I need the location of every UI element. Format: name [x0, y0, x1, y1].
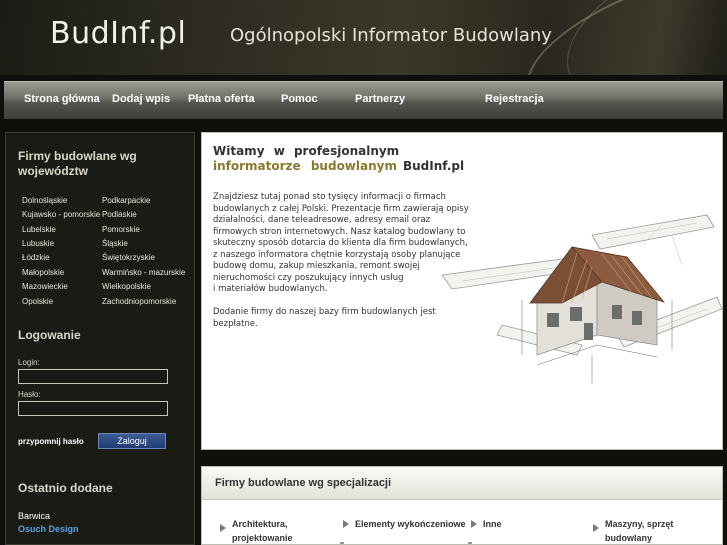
category-label: budowlany — [605, 533, 652, 543]
header-decoration — [544, 0, 727, 75]
specializations-header: Firmy budowlane wg specjalizacji — [202, 467, 722, 500]
welcome-brand: BudInf.pl — [402, 159, 465, 173]
specializations-title: Firmy budowlane wg specjalizacji — [215, 477, 392, 489]
region-link[interactable]: Małopolskie — [22, 268, 64, 277]
nav-help[interactable]: Pomoc — [281, 93, 318, 105]
region-link[interactable]: Podlaskie — [102, 210, 137, 219]
text-line: Dodanie firmy do naszej bazy firm budowl… — [213, 307, 436, 317]
category-label: Maszyny, sprzęt — [605, 519, 674, 529]
arrow-right-icon — [593, 524, 599, 532]
text-line: działalności, dane teleadresowe, adresy … — [213, 215, 431, 225]
category-label: Inne — [483, 519, 502, 529]
recent-title: Ostatnio dodane — [18, 481, 113, 495]
region-link[interactable]: Wielkopolskie — [102, 282, 151, 291]
login-label: Login: — [18, 358, 40, 367]
specializations-panel: Firmy budowlane wg specjalizacji Archite… — [201, 466, 723, 545]
category-architecture[interactable]: Architektura, projektowanie — [232, 517, 293, 544]
arrow-right-icon — [220, 524, 226, 532]
text-line: firmowych stron internetowych. Nasz kata… — [213, 226, 466, 237]
text-line: z naszego informatora chętnie korzystają… — [213, 249, 461, 260]
login-button[interactable]: Zaloguj — [98, 433, 166, 449]
region-link[interactable]: Lubelskie — [22, 225, 56, 234]
category-label: Elementy wykończeniowe — [355, 519, 466, 529]
login-title: Logowanie — [18, 328, 81, 342]
region-link[interactable]: Kujawsko - pomorskie — [22, 210, 100, 219]
recent-item[interactable]: Osuch Design — [18, 524, 79, 534]
site-logo[interactable]: BudInf.pl — [50, 16, 186, 51]
region-link[interactable]: Mazowieckie — [22, 282, 68, 291]
nav-register[interactable]: Rejestracja — [485, 93, 544, 105]
regions-title-line: Firmy budowlane wg — [18, 149, 137, 163]
region-link[interactable]: Zachodniopomorskie — [102, 297, 176, 306]
sidebar: Firmy budowlane wg województw Dolnośląsk… — [5, 132, 195, 545]
region-link[interactable]: Opolskie — [22, 297, 53, 306]
regions-title-line: województw — [18, 164, 88, 178]
region-link[interactable]: Pomorskie — [102, 225, 140, 234]
nav-add-entry[interactable]: Dodaj wpis — [112, 93, 170, 105]
welcome-heading: Witamy w profesjonalnym — [213, 144, 400, 158]
region-link[interactable]: Łódzkie — [22, 253, 50, 262]
main-navigation: Strona główna Dodaj wpis Płatna oferta P… — [4, 81, 723, 119]
welcome-description: Znajdziesz tutaj ponad sto tysięcy infor… — [213, 192, 475, 296]
category-finishing[interactable]: Elementy wykończeniowe — [355, 517, 466, 531]
welcome-panel: Witamy w profesjonalnym informatorze bud… — [201, 132, 723, 450]
region-link[interactable]: Dolnośląskie — [22, 196, 67, 205]
text-line: budowę domu, zakup mieszkania, remont sw… — [213, 261, 420, 271]
region-link[interactable]: Świętokrzyskie — [102, 253, 155, 262]
remind-password-link[interactable]: przypomnij hasło — [18, 437, 84, 446]
text-line: Znajdziesz tutaj ponad sto tysięcy infor… — [213, 192, 446, 202]
login-input[interactable] — [18, 369, 168, 384]
site-slogan: Ogólnopolski Informator Budowlany — [230, 25, 552, 46]
arrow-right-icon — [343, 520, 349, 528]
text-line: i materiałów budowlanych. — [213, 284, 328, 294]
site-header: BudInf.pl Ogólnopolski Informator Budowl… — [0, 0, 727, 75]
welcome-subheading: informatorze budowlanym BudInf.pl — [213, 159, 464, 173]
region-link[interactable]: Warmińsko - mazurskie — [102, 268, 185, 277]
password-label: Hasło: — [18, 390, 41, 399]
region-link[interactable]: Śląskie — [102, 239, 128, 248]
house-blueprint-illustration — [442, 214, 722, 383]
password-input[interactable] — [18, 401, 168, 416]
category-label: Architektura, — [232, 519, 288, 529]
category-other[interactable]: Inne — [483, 517, 502, 531]
welcome-free-note: Dodanie firmy do naszej bazy firm budowl… — [213, 307, 475, 330]
region-link[interactable]: Podkarpackie — [102, 196, 150, 205]
nav-paid-offer[interactable]: Płatna oferta — [188, 93, 255, 105]
region-link[interactable]: Lubuskie — [22, 239, 54, 248]
regions-title: Firmy budowlane wg województw — [18, 149, 137, 179]
nav-partners[interactable]: Partnerzy — [355, 93, 405, 105]
welcome-highlight: informatorze budowlanym — [213, 159, 397, 173]
text-line: bezpłatne. — [213, 318, 258, 329]
arrow-right-icon — [471, 520, 477, 528]
category-label: projektowanie — [232, 533, 293, 543]
nav-home[interactable]: Strona główna — [24, 93, 100, 105]
text-line: budowlanych z całej Polski. Prezentacje … — [213, 203, 469, 214]
category-machinery[interactable]: Maszyny, sprzęt budowlany — [605, 517, 674, 544]
recent-item[interactable]: Barwica — [18, 511, 50, 521]
text-line: nieruchomości czy poszukujący innych usł… — [213, 272, 404, 283]
text-line: skuteczny sposób dotarcia do klienta dla… — [213, 238, 468, 248]
